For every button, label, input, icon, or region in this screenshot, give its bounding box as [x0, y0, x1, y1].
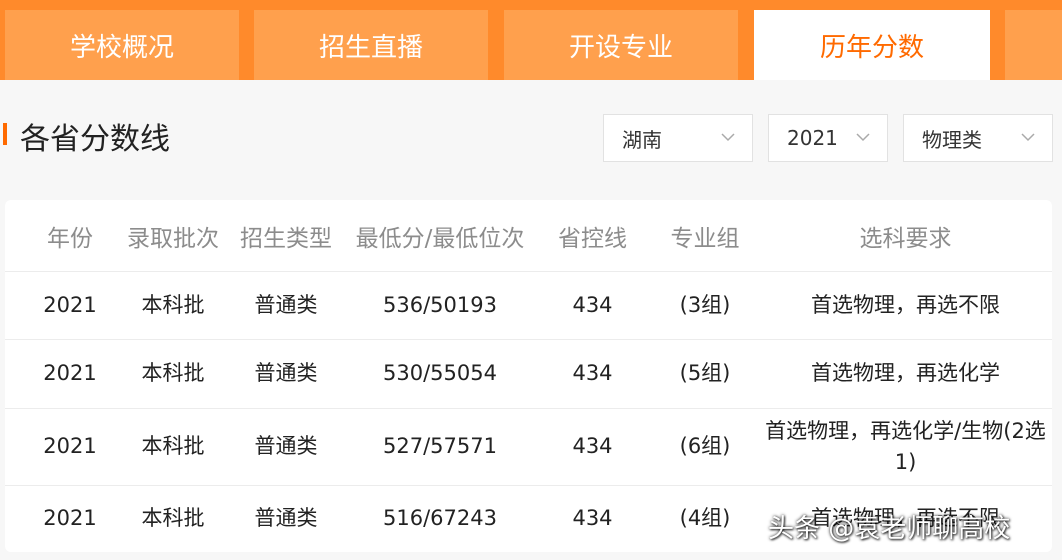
cell-year: 2021 [43, 361, 97, 386]
section-title: 各省分数线 [20, 122, 170, 157]
cell-type: 普通类 [254, 434, 318, 459]
cell-control-line: 434 [572, 292, 613, 317]
tab-historical-scores[interactable]: 历年分数 [754, 10, 990, 80]
cell-control-line: 434 [572, 506, 613, 531]
cell-major-group: (4组) [679, 506, 731, 531]
cell-major-group: (3组) [679, 292, 731, 317]
cell-year: 2021 [43, 506, 97, 531]
cell-subject-requirement: 首选物理，再选化学 [811, 361, 1000, 386]
cell-batch: 本科批 [141, 506, 205, 531]
cell-subject-requirement: 首选物理，再选不限 [811, 292, 1000, 317]
year-select-value: 2021 [787, 126, 838, 150]
cell-batch: 本科批 [141, 434, 205, 459]
table-header: 年份 录取批次 招生类型 最低分/最低位次 省控线 专业组 选科要求 [5, 200, 1052, 272]
chevron-down-icon [856, 133, 870, 142]
cell-min-score-rank: 536/50193 [383, 292, 497, 317]
score-table: 年份 录取批次 招生类型 最低分/最低位次 省控线 专业组 选科要求 2021 … [5, 200, 1052, 552]
table-row: 2021 本科批 普通类 536/50193 434 (3组) 首选物理，再选不… [5, 272, 1052, 340]
year-select[interactable]: 2021 [768, 114, 888, 162]
header-control-line: 省控线 [558, 226, 627, 252]
header-batch: 录取批次 [127, 226, 219, 252]
section-accent-bar [3, 123, 7, 145]
category-select[interactable]: 物理类 [903, 114, 1053, 162]
header-min-score-rank: 最低分/最低位次 [355, 226, 525, 252]
cell-min-score-rank: 516/67243 [383, 506, 497, 531]
header-type: 招生类型 [240, 226, 332, 252]
cell-type: 普通类 [254, 292, 318, 317]
tab-school-overview[interactable]: 学校概况 [5, 10, 239, 80]
cell-year: 2021 [43, 434, 97, 459]
chevron-down-icon [721, 133, 735, 142]
chevron-down-icon [1021, 133, 1035, 142]
cell-min-score-rank: 530/55054 [383, 361, 497, 386]
tab-bar: 学校概况 招生直播 开设专业 历年分数 [0, 0, 1062, 80]
cell-batch: 本科批 [141, 292, 205, 317]
cell-year: 2021 [43, 292, 97, 317]
cell-type: 普通类 [254, 506, 318, 531]
header-year: 年份 [47, 226, 93, 252]
header-major-group: 专业组 [670, 226, 740, 252]
cell-major-group: (5组) [679, 361, 731, 386]
cell-control-line: 434 [572, 434, 613, 459]
cell-min-score-rank: 527/57571 [383, 434, 497, 459]
cell-control-line: 434 [572, 361, 613, 386]
table-row: 2021 本科批 普通类 530/55054 434 (5组) 首选物理，再选化… [5, 340, 1052, 409]
watermark: 头条 @袁老师聊高校 [768, 514, 1011, 544]
tab-majors[interactable]: 开设专业 [504, 10, 738, 80]
cell-batch: 本科批 [141, 361, 205, 386]
tab-admission-live[interactable]: 招生直播 [254, 10, 488, 80]
province-select[interactable]: 湖南 [603, 114, 753, 162]
category-select-value: 物理类 [922, 127, 982, 152]
cell-subject-requirement: 首选物理，再选化学/生物(2选1) [765, 418, 1046, 475]
table-row: 2021 本科批 普通类 527/57571 434 (6组) 首选物理，再选化… [5, 409, 1052, 486]
cell-type: 普通类 [254, 361, 318, 386]
province-select-value: 湖南 [622, 127, 662, 152]
tab-more[interactable] [1005, 10, 1062, 80]
header-subject-requirement: 选科要求 [859, 226, 952, 252]
cell-major-group: (6组) [679, 434, 731, 459]
